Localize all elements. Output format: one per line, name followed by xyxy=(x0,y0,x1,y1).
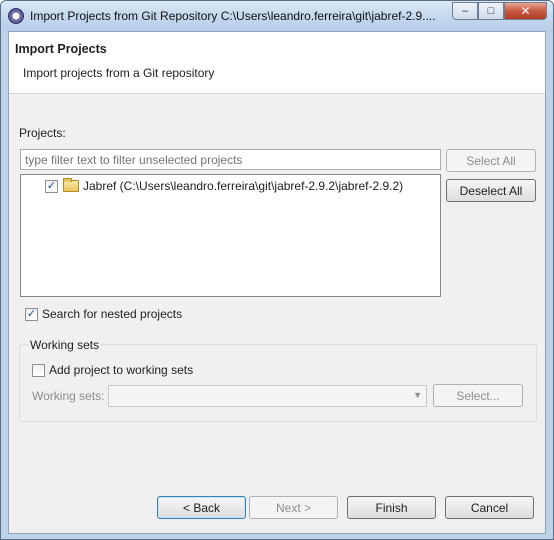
title-bar[interactable]: Import Projects from Git Repository C:\U… xyxy=(1,1,553,31)
working-sets-group-title: Working sets xyxy=(28,338,102,352)
dialog-body: Import Projects Import projects from a G… xyxy=(8,31,546,534)
maximize-button[interactable]: □ xyxy=(478,2,504,20)
wizard-banner: Import Projects Import projects from a G… xyxy=(9,32,545,94)
next-button[interactable]: Next > xyxy=(249,496,338,519)
deselect-all-button[interactable]: Deselect All xyxy=(446,179,536,202)
working-sets-field-label: Working sets: xyxy=(32,389,105,403)
project-checkbox[interactable]: ✓ xyxy=(45,179,58,193)
select-all-button[interactable]: Select All xyxy=(446,149,536,172)
working-sets-group xyxy=(19,344,537,422)
nested-projects-option[interactable]: ✓ Search for nested projects xyxy=(25,307,182,321)
add-to-working-sets-checkbox[interactable] xyxy=(32,363,45,377)
cancel-button[interactable]: Cancel xyxy=(445,496,534,519)
page-title: Import Projects xyxy=(15,42,107,56)
maximize-icon: □ xyxy=(487,5,495,17)
project-label: Jabref (C:\Users\leandro.ferreira\git\ja… xyxy=(83,179,404,193)
add-to-working-sets-label: Add project to working sets xyxy=(49,363,194,377)
dialog-window: Import Projects from Git Repository C:\U… xyxy=(0,0,554,540)
back-button[interactable]: < Back xyxy=(157,496,246,519)
nested-projects-checkbox[interactable]: ✓ xyxy=(25,307,38,321)
page-description: Import projects from a Git repository xyxy=(23,66,215,80)
select-working-sets-button[interactable]: Select... xyxy=(433,384,523,407)
project-list[interactable]: ✓ Jabref (C:\Users\leandro.ferreira\git\… xyxy=(20,174,441,297)
working-sets-combo[interactable]: ▼ xyxy=(108,385,427,407)
eclipse-app-icon xyxy=(8,8,24,24)
caption-buttons: – □ ✕ xyxy=(452,2,547,21)
chevron-down-icon: ▼ xyxy=(413,390,422,400)
project-filter-input[interactable] xyxy=(20,149,441,170)
close-button[interactable]: ✕ xyxy=(504,2,547,20)
projects-label: Projects: xyxy=(19,126,66,140)
window-title: Import Projects from Git Repository C:\U… xyxy=(30,9,436,23)
add-to-working-sets-option[interactable]: Add project to working sets xyxy=(32,363,193,377)
close-icon: ✕ xyxy=(520,4,531,18)
folder-icon xyxy=(63,178,79,192)
minimize-icon: – xyxy=(461,5,469,17)
nested-projects-label: Search for nested projects xyxy=(42,307,183,321)
finish-button[interactable]: Finish xyxy=(347,496,436,519)
minimize-button[interactable]: – xyxy=(452,2,478,20)
list-item[interactable]: ✓ Jabref (C:\Users\leandro.ferreira\git\… xyxy=(45,178,403,194)
